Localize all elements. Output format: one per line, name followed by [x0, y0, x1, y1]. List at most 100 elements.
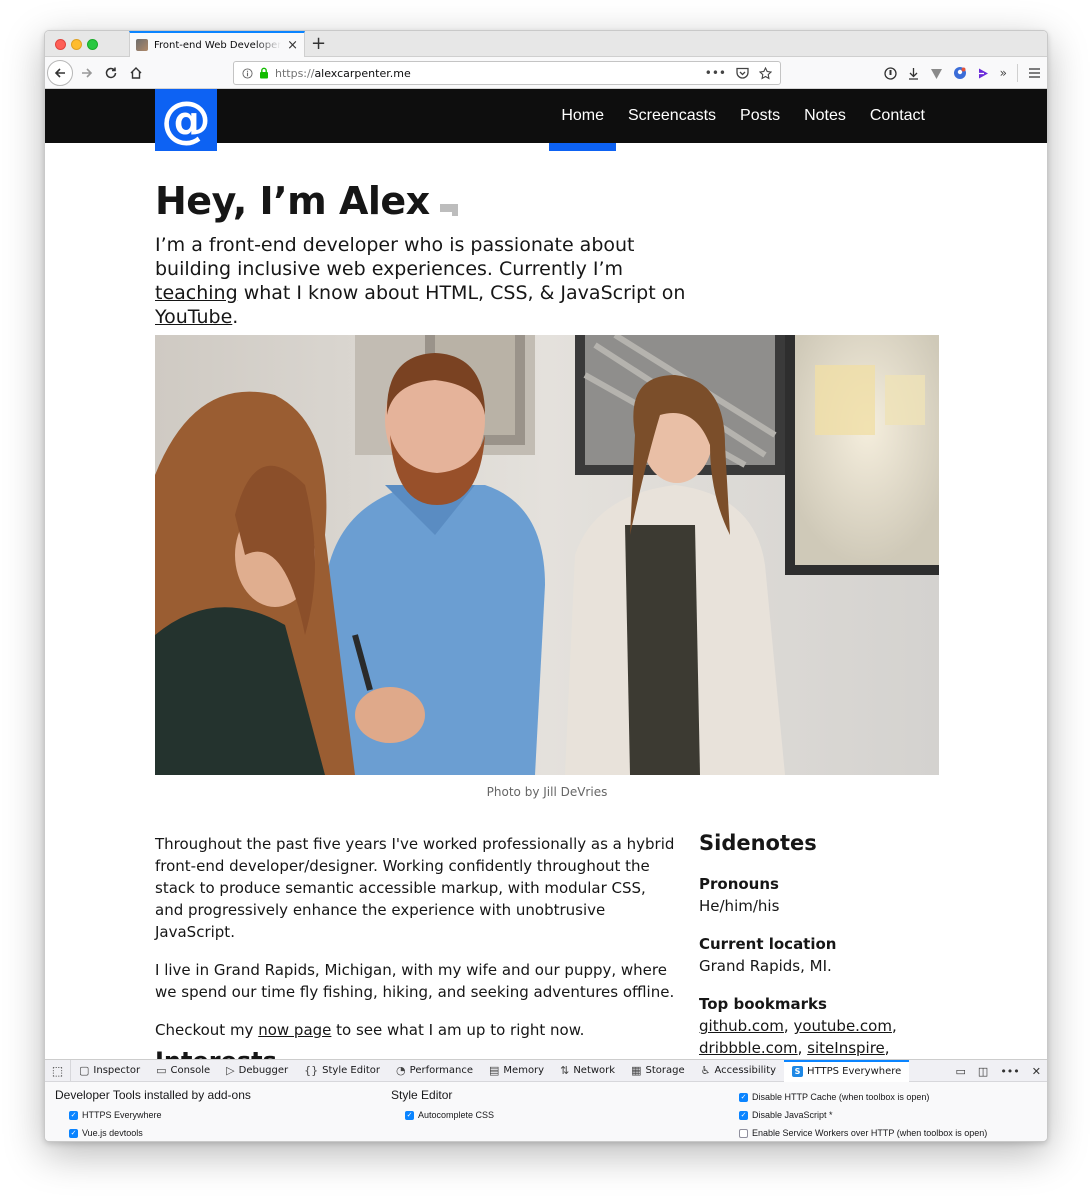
disable-javascript-row[interactable]: ✓ Disable JavaScript *: [739, 1110, 987, 1120]
tab-label: Performance: [409, 1065, 474, 1076]
teaching-link[interactable]: teaching: [155, 282, 238, 304]
bookmark-link[interactable]: youtube.com: [793, 1017, 892, 1035]
devtools-more-icon[interactable]: •••: [1000, 1065, 1019, 1078]
photo-caption: Photo by Jill DeVries: [486, 785, 608, 799]
checkbox-checked-icon[interactable]: ✓: [405, 1110, 414, 1120]
autocomplete-css-row[interactable]: ✓ Autocomplete CSS: [405, 1110, 494, 1120]
minimize-window-button[interactable]: [71, 39, 82, 50]
split-console-icon[interactable]: ▭: [956, 1065, 966, 1078]
hamburger-menu-icon[interactable]: [1028, 67, 1041, 79]
pronouns-value: He/him/his: [699, 897, 780, 915]
toolbar-separator: [1017, 64, 1018, 82]
url-host: alexcarpenter.me: [314, 66, 411, 80]
tab-performance[interactable]: ◔ Performance: [388, 1060, 481, 1082]
bookmark-star-icon[interactable]: [759, 66, 772, 80]
extension-profile-icon[interactable]: [953, 66, 967, 80]
tab-style-editor[interactable]: {} Style Editor: [296, 1060, 388, 1082]
location-block: Current location Grand Rapids, MI.: [699, 933, 929, 977]
nav-notes[interactable]: Notes: [804, 89, 846, 143]
close-devtools-icon[interactable]: ✕: [1032, 1065, 1041, 1078]
addon-tools-column: Developer Tools installed by add-ons ✓ HT…: [55, 1088, 251, 1141]
tab-strip: Front-end Web Developer - Alex Carpenter…: [45, 31, 1047, 57]
download-icon[interactable]: [907, 67, 920, 80]
tab-inspector[interactable]: ▢ Inspector: [71, 1060, 148, 1082]
disable-cache-row[interactable]: ✓ Disable HTTP Cache (when toolbox is ope…: [739, 1092, 987, 1102]
checkbox-checked-icon[interactable]: ✓: [69, 1110, 78, 1120]
new-tab-button[interactable]: +: [311, 33, 326, 55]
forward-button[interactable]: [75, 61, 99, 85]
tab-label: Storage: [645, 1065, 685, 1076]
site-favicon-icon: [136, 39, 148, 51]
navigation-toolbar: https://alexcarpenter.me ••• »: [45, 57, 1047, 89]
tab-label: Inspector: [93, 1065, 141, 1076]
addon-checkbox-row[interactable]: ✓ Vue.js devtools: [69, 1128, 251, 1138]
pronouns-label: Pronouns: [699, 875, 779, 893]
back-button[interactable]: [47, 60, 73, 86]
arrow-left-icon: [54, 68, 65, 78]
nav-screencasts[interactable]: Screencasts: [628, 89, 716, 143]
checkbox-label: Disable HTTP Cache (when toolbox is open…: [752, 1092, 930, 1102]
checkbox-checked-icon[interactable]: ✓: [739, 1092, 748, 1102]
console-icon: ▭: [156, 1064, 167, 1077]
checkbox-checked-icon[interactable]: ✓: [739, 1110, 748, 1120]
now-text-after: to see what I am up to right now.: [331, 1021, 585, 1039]
zoom-window-button[interactable]: [87, 39, 98, 50]
pronouns-block: Pronouns He/him/his: [699, 873, 929, 917]
now-page-link[interactable]: now page: [258, 1021, 331, 1039]
tab-storage[interactable]: ▦ Storage: [623, 1060, 693, 1082]
close-tab-icon[interactable]: ×: [287, 39, 298, 52]
tab-debugger[interactable]: ▷ Debugger: [218, 1060, 296, 1082]
overflow-chevrons-icon[interactable]: »: [1000, 66, 1007, 80]
browser-tab-active[interactable]: Front-end Web Developer - Alex Carpenter…: [129, 31, 305, 57]
checkbox-label: Enable Service Workers over HTTP (when t…: [752, 1128, 988, 1138]
tab-network[interactable]: ⇅ Network: [552, 1060, 623, 1082]
home-icon: [130, 67, 142, 79]
devtools-panel: ⬚ ▢ Inspector ▭ Console ▷ Debugger {} Style …: [45, 1059, 1047, 1141]
site-logo[interactable]: @: [155, 89, 217, 151]
hero-title-text: Hey, I’m Alex: [155, 179, 430, 223]
browser-window: Front-end Web Developer - Alex Carpenter…: [44, 30, 1048, 1142]
checkbox-label: Autocomplete CSS: [418, 1110, 495, 1120]
web-page: @ Home Screencasts Posts Notes Contact H…: [45, 89, 1047, 1059]
devtools-tabbar: ⬚ ▢ Inspector ▭ Console ▷ Debugger {} Style …: [45, 1059, 1047, 1082]
tab-accessibility[interactable]: ♿ Accessibility: [693, 1060, 784, 1082]
site-nav: Home Screencasts Posts Notes Contact: [549, 89, 925, 151]
tab-console[interactable]: ▭ Console: [148, 1060, 218, 1082]
about-paragraph-2: I live in Grand Rapids, Michigan, with m…: [155, 961, 675, 1001]
checkbox-checked-icon[interactable]: ✓: [69, 1128, 78, 1138]
url-bar[interactable]: https://alexcarpenter.me •••: [233, 61, 781, 85]
url-text[interactable]: https://alexcarpenter.me: [275, 67, 699, 80]
about-paragraph-3: Checkout my now page to see what I am up…: [155, 1019, 675, 1041]
nav-home[interactable]: Home: [549, 89, 616, 151]
tab-https-everywhere[interactable]: S HTTPS Everywhere: [784, 1059, 910, 1082]
hero-title: Hey, I’m Alex: [155, 179, 458, 223]
tab-memory[interactable]: ▤ Memory: [481, 1060, 552, 1082]
info-icon[interactable]: [242, 67, 253, 79]
checkbox-unchecked-icon[interactable]: [739, 1128, 748, 1138]
close-window-button[interactable]: [55, 39, 66, 50]
bookmark-link[interactable]: dribbble.com: [699, 1039, 798, 1057]
dialer-extension-icon[interactable]: [977, 67, 990, 80]
checkbox-label: HTTPS Everywhere: [82, 1110, 162, 1120]
nav-contact[interactable]: Contact: [870, 89, 925, 143]
ublock-icon[interactable]: [930, 67, 943, 80]
home-button[interactable]: [124, 61, 148, 85]
intro-text-2: what I know about HTML, CSS, & JavaScrip…: [237, 282, 686, 304]
style-editor-heading: Style Editor: [391, 1088, 453, 1102]
sidenotes: Sidenotes Pronouns He/him/his Current lo…: [699, 831, 929, 1059]
style-editor-icon: {}: [304, 1064, 319, 1077]
addon-checkbox-row[interactable]: ✓ HTTPS Everywhere: [69, 1110, 251, 1120]
privacy-badger-icon[interactable]: [884, 66, 897, 80]
accessibility-icon: ♿: [700, 1064, 711, 1077]
bookmark-link[interactable]: siteInspire: [807, 1039, 885, 1057]
tab-label: Console: [170, 1065, 211, 1076]
service-workers-row[interactable]: Enable Service Workers over HTTP (when t…: [739, 1128, 987, 1138]
reload-button[interactable]: [99, 61, 123, 85]
nav-posts[interactable]: Posts: [740, 89, 780, 143]
dock-options-icon[interactable]: ◫: [978, 1065, 988, 1078]
pocket-icon[interactable]: [736, 67, 749, 79]
element-picker-icon[interactable]: ⬚: [45, 1059, 71, 1082]
youtube-link[interactable]: YouTube: [155, 306, 232, 328]
bookmark-link[interactable]: github.com: [699, 1017, 784, 1035]
page-actions-icon[interactable]: •••: [705, 66, 726, 80]
